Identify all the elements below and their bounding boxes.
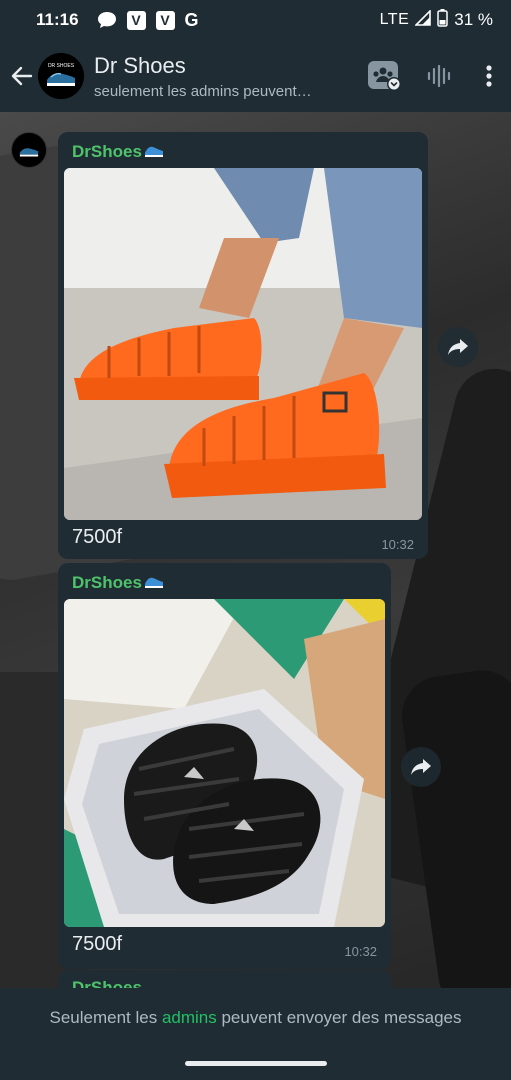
shoe-emoji-icon [144, 573, 164, 593]
waveform-icon [427, 64, 451, 88]
battery-percent: 31 % [454, 10, 493, 29]
admins-only-notice: Seulement les admins peuvent envoyer des… [0, 1008, 511, 1028]
message-caption: 7500f [72, 526, 123, 548]
forward-icon [411, 759, 431, 775]
message-caption: 7500f [72, 933, 123, 955]
signal-icon [414, 8, 432, 31]
black-sandals-image [64, 599, 385, 927]
image-message[interactable]: DrShoes 7500f 10:32 [58, 563, 391, 969]
v-app-icon: V [126, 10, 146, 30]
network-type: LTE [379, 11, 410, 28]
chat-info[interactable]: Dr Shoes seulement les admins peuvent… [94, 53, 363, 100]
forward-icon [448, 339, 468, 355]
dr-shoes-logo-icon: DR SHOES [38, 53, 84, 99]
forward-button[interactable] [401, 747, 441, 787]
orange-sandals-photo[interactable] [64, 168, 422, 520]
image-message[interactable]: DrShoes 7500f 10:32 [58, 132, 428, 559]
footer-suffix: peuvent envoyer des messages [216, 1008, 462, 1027]
sender-name: DrShoes [72, 142, 142, 161]
admins-only-footer: Seulement les admins peuvent envoyer des… [0, 988, 511, 1080]
audio-call-button[interactable] [417, 54, 461, 98]
admins-link[interactable]: admins [162, 1008, 217, 1027]
home-indicator[interactable] [185, 1061, 327, 1066]
message-time: 10:32 [381, 537, 414, 552]
message-time: 10:32 [344, 944, 377, 959]
chat-header: DR SHOES Dr Shoes seulement les admins p… [0, 40, 511, 112]
status-time: 11:16 [36, 10, 79, 29]
sender-name: DrShoes [72, 978, 142, 988]
chat-area[interactable]: DrShoes 7500f 10:32 DrShoes 7500f 10:32 … [0, 112, 511, 988]
more-options-button[interactable] [471, 54, 507, 98]
black-sandals-photo[interactable] [64, 599, 385, 927]
avatar-logo-text: DR SHOES [48, 63, 75, 69]
v-app-icon: V [155, 10, 175, 30]
footer-prefix: Seulement les [49, 1008, 162, 1027]
chat-title: Dr Shoes [94, 52, 186, 78]
chat-bubble-icon [97, 10, 117, 30]
battery-icon [437, 8, 448, 32]
dr-shoes-logo-icon [19, 148, 39, 157]
shoe-emoji-icon [144, 142, 164, 162]
forward-button[interactable] [438, 327, 478, 367]
community-icon [368, 61, 401, 91]
sender-name: DrShoes [72, 573, 142, 592]
back-button[interactable] [4, 40, 40, 112]
kebab-menu-icon [486, 65, 492, 87]
orange-sandals-image [64, 168, 422, 520]
message-sender[interactable]: DrShoes [64, 569, 385, 599]
message-footer: 7500f 10:32 [64, 927, 385, 963]
google-icon: G [184, 9, 199, 30]
group-avatar[interactable]: DR SHOES [38, 53, 84, 99]
chat-subtitle: seulement les admins peuvent… [94, 82, 312, 100]
status-bar: 11:16 V V G LTE 31 % [0, 0, 511, 40]
message-footer: 7500f 10:32 [64, 520, 422, 556]
community-button[interactable] [363, 54, 407, 98]
message-sender[interactable]: DrShoes [64, 138, 422, 168]
sender-avatar[interactable] [11, 132, 47, 168]
back-arrow-icon [11, 66, 33, 86]
